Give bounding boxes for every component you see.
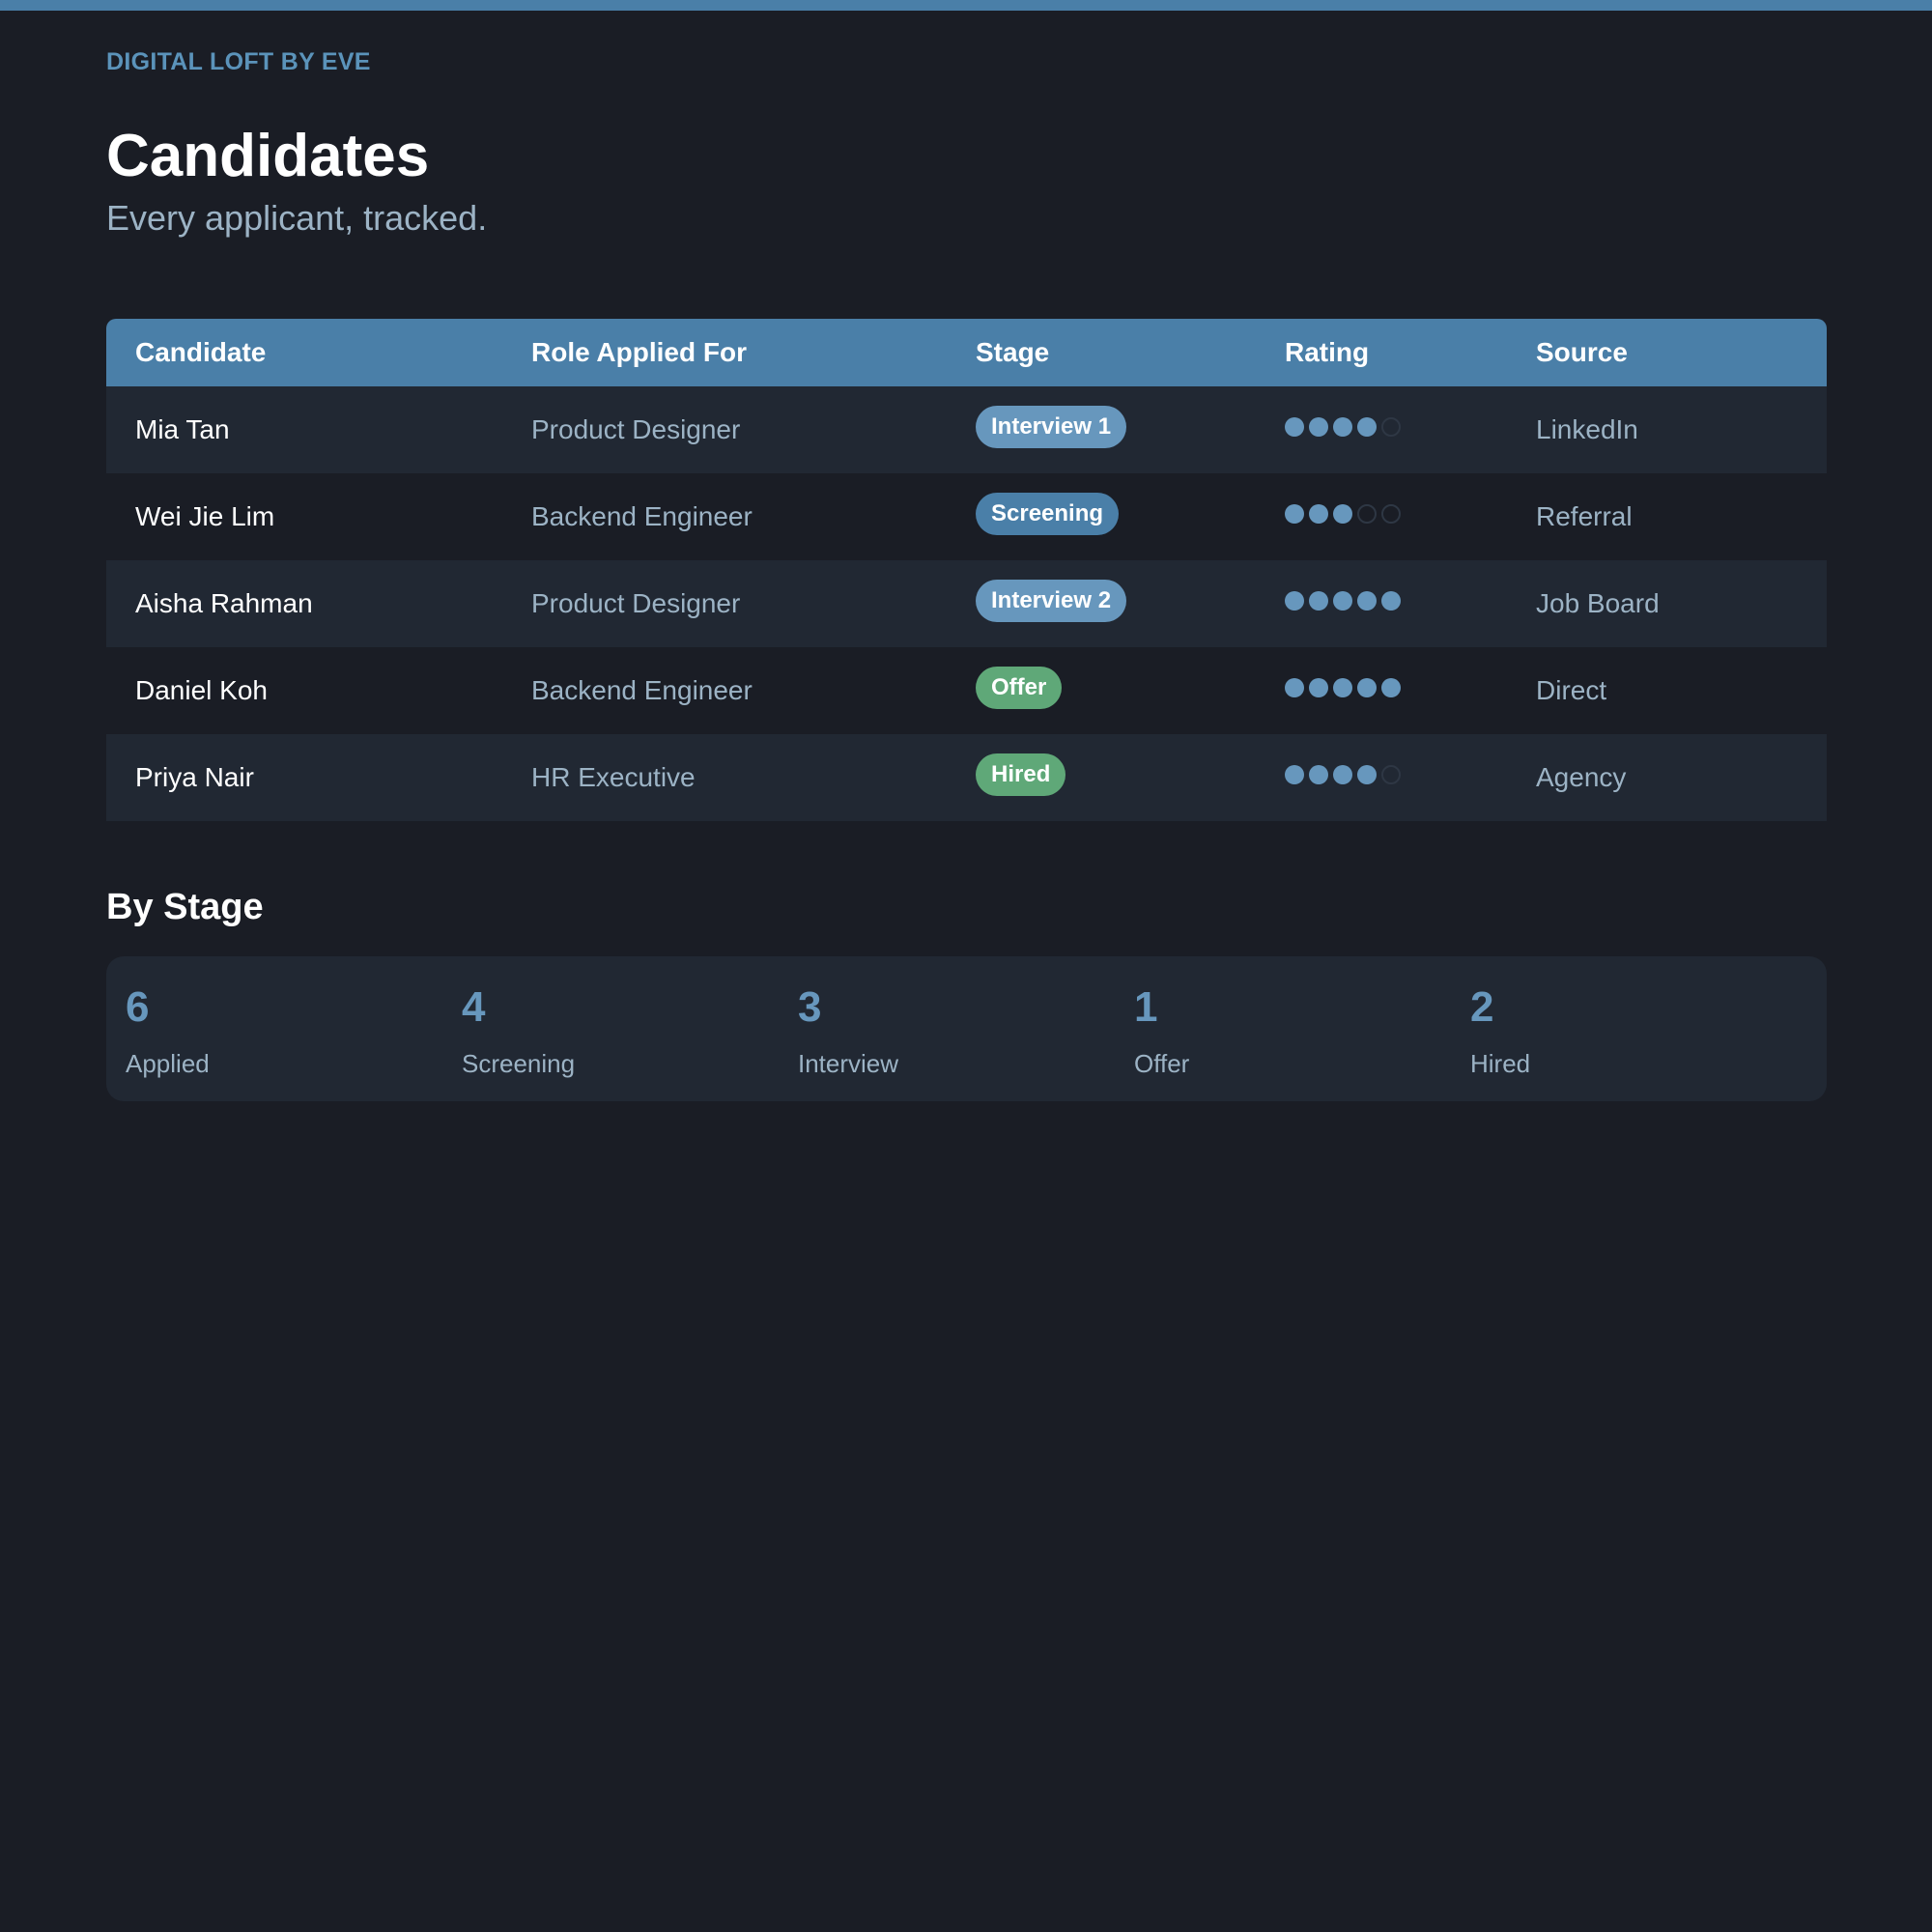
by-stage-title: By Stage xyxy=(106,887,264,927)
rating-dot-filled-icon xyxy=(1309,678,1328,697)
stage-label: Applied xyxy=(126,1049,210,1078)
rating-dot-filled-icon xyxy=(1357,765,1377,784)
table-header: Candidate Role Applied For Stage Rating … xyxy=(106,319,1827,386)
page-subtitle: Every applicant, tracked. xyxy=(106,198,488,238)
rating-dots xyxy=(1285,417,1401,437)
rating-dots xyxy=(1285,504,1401,524)
stage-badge: Interview 2 xyxy=(976,580,1127,622)
stage-summary-offer: 1 Offer xyxy=(1115,956,1443,1101)
candidate-name: Wei Jie Lim xyxy=(135,501,275,531)
rating-dot-filled-icon xyxy=(1285,765,1304,784)
table-row[interactable]: Mia Tan Product Designer Interview 1 Lin… xyxy=(106,386,1827,473)
rating-dot-filled-icon xyxy=(1333,678,1352,697)
candidate-name: Mia Tan xyxy=(135,414,230,444)
candidate-name: Daniel Koh xyxy=(135,675,268,705)
column-header-role[interactable]: Role Applied For xyxy=(531,319,747,386)
stage-badge: Interview 1 xyxy=(976,406,1127,448)
stage-label: Interview xyxy=(798,1049,899,1078)
stage-count: 2 xyxy=(1470,983,1494,1031)
rating-dot-filled-icon xyxy=(1333,504,1352,524)
page-title: Candidates xyxy=(106,123,430,189)
candidate-role: Product Designer xyxy=(531,414,741,444)
stage-label: Screening xyxy=(462,1049,576,1078)
table-row[interactable]: Aisha Rahman Product Designer Interview … xyxy=(106,560,1827,647)
rating-dot-filled-icon xyxy=(1309,417,1328,437)
column-header-rating[interactable]: Rating xyxy=(1285,319,1369,386)
candidate-name: Aisha Rahman xyxy=(135,588,313,618)
brand-label: DIGITAL LOFT BY EVE xyxy=(106,48,371,75)
candidate-name: Priya Nair xyxy=(135,762,254,792)
candidate-role: HR Executive xyxy=(531,762,696,792)
candidate-role: Backend Engineer xyxy=(531,675,753,705)
rating-dot-filled-icon xyxy=(1285,591,1304,611)
rating-dots xyxy=(1285,765,1401,784)
column-header-candidate[interactable]: Candidate xyxy=(135,319,266,386)
table-row[interactable]: Priya Nair HR Executive Hired Agency xyxy=(106,734,1827,821)
candidate-source: Agency xyxy=(1536,762,1627,792)
table-row[interactable]: Daniel Koh Backend Engineer Offer Direct xyxy=(106,647,1827,734)
stage-count: 1 xyxy=(1134,983,1158,1031)
rating-dot-filled-icon xyxy=(1285,678,1304,697)
stage-summary-interview: 3 Interview xyxy=(779,956,1107,1101)
candidate-source: LinkedIn xyxy=(1536,414,1638,444)
rating-dot-filled-icon xyxy=(1381,678,1401,697)
candidate-source: Job Board xyxy=(1536,588,1660,618)
rating-dot-filled-icon xyxy=(1309,765,1328,784)
rating-dot-filled-icon xyxy=(1309,591,1328,611)
stage-summary-screening: 4 Screening xyxy=(442,956,771,1101)
candidate-source: Direct xyxy=(1536,675,1607,705)
stage-summary-hired: 2 Hired xyxy=(1451,956,1779,1101)
stage-badge: Screening xyxy=(976,493,1120,535)
stage-label: Hired xyxy=(1470,1049,1531,1078)
rating-dot-filled-icon xyxy=(1381,591,1401,611)
rating-dot-filled-icon xyxy=(1285,417,1304,437)
column-header-source[interactable]: Source xyxy=(1536,319,1628,386)
table-row[interactable]: Wei Jie Lim Backend Engineer Screening R… xyxy=(106,473,1827,560)
rating-dot-filled-icon xyxy=(1333,417,1352,437)
rating-dot-empty-icon xyxy=(1357,504,1377,524)
rating-dot-filled-icon xyxy=(1285,504,1304,524)
stage-badge: Hired xyxy=(976,753,1066,796)
candidate-role: Backend Engineer xyxy=(531,501,753,531)
top-accent-bar xyxy=(0,0,1932,11)
stage-label: Offer xyxy=(1134,1049,1190,1078)
candidate-source: Referral xyxy=(1536,501,1633,531)
rating-dot-filled-icon xyxy=(1333,765,1352,784)
candidates-table: Candidate Role Applied For Stage Rating … xyxy=(106,319,1827,821)
rating-dots xyxy=(1285,678,1401,697)
stage-badge: Offer xyxy=(976,667,1063,709)
rating-dot-empty-icon xyxy=(1381,765,1401,784)
rating-dot-filled-icon xyxy=(1357,591,1377,611)
column-header-stage[interactable]: Stage xyxy=(976,319,1049,386)
stage-summary-applied: 6 Applied xyxy=(106,956,435,1101)
rating-dot-filled-icon xyxy=(1357,417,1377,437)
stage-count: 6 xyxy=(126,983,150,1031)
stage-count: 4 xyxy=(462,983,486,1031)
stage-summary-panel: 6 Applied 4 Screening 3 Interview 1 Offe… xyxy=(106,956,1827,1101)
rating-dot-empty-icon xyxy=(1381,504,1401,524)
candidate-role: Product Designer xyxy=(531,588,741,618)
rating-dots xyxy=(1285,591,1401,611)
rating-dot-filled-icon xyxy=(1333,591,1352,611)
stage-count: 3 xyxy=(798,983,822,1031)
rating-dot-empty-icon xyxy=(1381,417,1401,437)
rating-dot-filled-icon xyxy=(1309,504,1328,524)
rating-dot-filled-icon xyxy=(1357,678,1377,697)
